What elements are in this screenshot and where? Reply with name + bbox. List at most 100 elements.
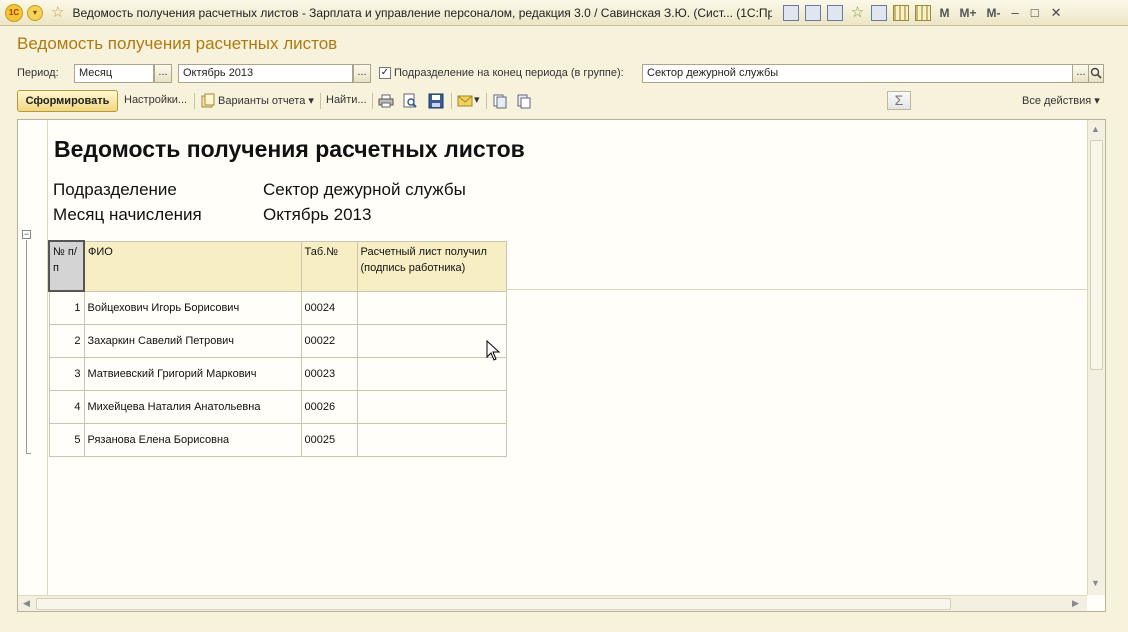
copy-icon[interactable] <box>492 93 508 109</box>
send-mail-dropdown[interactable]: ▾ <box>474 93 480 106</box>
vertical-scrollbar[interactable]: ▲ ▼ <box>1087 120 1105 595</box>
collapse-group-icon[interactable]: − <box>22 230 31 239</box>
paste-icon[interactable] <box>516 93 532 109</box>
save-icon[interactable] <box>428 93 444 109</box>
table-header-row: № п/п ФИО Таб.№ Расчетный лист получил (… <box>48 240 507 292</box>
column-header-number[interactable]: № п/п <box>48 240 85 292</box>
bookmark-icon[interactable] <box>871 4 888 21</box>
row-number-cell[interactable]: 3 <box>48 356 85 391</box>
print-preview-icon[interactable] <box>402 93 418 109</box>
table-row: 1 Войцехович Игорь Борисович 00024 <box>48 290 507 325</box>
employee-name-cell[interactable]: Захаркин Савелий Петрович <box>83 323 302 358</box>
preview-icon[interactable] <box>827 4 844 21</box>
report-dept-value: Сектор дежурной службы <box>263 180 466 199</box>
save-icon[interactable] <box>783 4 800 21</box>
toolbar-separator <box>372 93 373 109</box>
calculator-icon[interactable] <box>893 4 910 21</box>
period-value-field[interactable]: Октябрь 2013 <box>178 64 353 83</box>
toolbar-separator <box>320 93 321 109</box>
report-dept-label: Подразделение <box>53 180 177 199</box>
column-header-signature[interactable]: Расчетный лист получил (подпись работник… <box>356 240 507 292</box>
scroll-left-arrow-icon[interactable]: ◀ <box>23 598 30 609</box>
toolbar-separator <box>451 93 452 109</box>
table-row: 2 Захаркин Савелий Петрович 00022 <box>48 323 507 358</box>
period-value-select-button[interactable]: ... <box>353 64 371 83</box>
signature-cell[interactable] <box>356 290 507 325</box>
close-button[interactable]: ✕ <box>1051 5 1062 21</box>
settings-button[interactable]: Настройки... <box>124 94 187 106</box>
employee-name-cell[interactable]: Рязанова Елена Борисовна <box>83 422 302 457</box>
vertical-scroll-thumb[interactable] <box>1090 140 1103 370</box>
scroll-right-arrow-icon[interactable]: ▶ <box>1072 598 1079 609</box>
scroll-down-arrow-icon[interactable]: ▼ <box>1091 578 1100 588</box>
report-variants-button[interactable]: Варианты отчета ▾ <box>218 94 314 107</box>
signature-cell[interactable] <box>356 323 507 358</box>
parameters-row: Период: Месяц ... Октябрь 2013 ... ✓ Под… <box>0 64 1128 84</box>
report-title: Ведомость получения расчетных листов <box>54 136 525 162</box>
memory-m-button[interactable]: M <box>939 6 949 20</box>
department-field[interactable]: Сектор дежурной службы <box>642 64 1073 83</box>
horizontal-scroll-thumb[interactable] <box>36 598 951 610</box>
employee-name-cell[interactable]: Войцехович Игорь Борисович <box>83 290 302 325</box>
toolbar-separator <box>486 93 487 109</box>
search-icon <box>1090 67 1102 79</box>
report-month-value: Октябрь 2013 <box>263 205 372 224</box>
column-header-fio[interactable]: ФИО <box>83 240 302 292</box>
table-row: 4 Михейцева Наталия Анатольевна 00026 <box>48 389 507 424</box>
report-toolbar: Сформировать Настройки... Варианты отчет… <box>0 90 1128 112</box>
memory-mminus-button[interactable]: M- <box>986 6 1000 20</box>
mouse-cursor-icon <box>486 340 500 361</box>
all-actions-button[interactable]: Все действия ▾ <box>1022 94 1100 107</box>
minimize-button[interactable]: ‒ <box>1011 5 1018 20</box>
period-type-select-button[interactable]: ... <box>154 64 172 83</box>
signature-cell[interactable] <box>356 422 507 457</box>
table-row: 3 Матвиевский Григорий Маркович 00023 <box>48 356 507 391</box>
memory-mplus-button[interactable]: M+ <box>959 6 976 20</box>
report-variants-label: Варианты отчета <box>218 95 306 107</box>
main-menu-icon[interactable]: ▾ <box>27 4 43 21</box>
titlebar-tools: ☆ <box>780 4 934 21</box>
row-number-cell[interactable]: 2 <box>48 323 85 358</box>
app-logo-icon[interactable]: 1С <box>5 3 23 22</box>
toolbar-separator <box>194 93 195 109</box>
department-checkbox-label: Подразделение на конец периода (в группе… <box>394 67 624 79</box>
department-search-button[interactable] <box>1088 64 1104 83</box>
generate-button[interactable]: Сформировать <box>17 90 118 112</box>
row-number-cell[interactable]: 5 <box>48 422 85 457</box>
send-mail-icon[interactable] <box>457 93 473 109</box>
group-line <box>26 240 27 453</box>
period-type-field[interactable]: Месяц <box>74 64 154 83</box>
column-header-tab[interactable]: Таб.№ <box>300 240 358 292</box>
signature-cell[interactable] <box>356 356 507 391</box>
tab-number-cell[interactable]: 00023 <box>300 356 358 391</box>
calendar-icon[interactable] <box>915 4 932 21</box>
horizontal-scrollbar[interactable]: ◀ ▶ <box>18 595 1087 611</box>
table-row: 5 Рязанова Елена Борисовна 00025 <box>48 422 507 457</box>
signature-cell[interactable] <box>356 389 507 424</box>
report-variants-icon <box>201 93 215 108</box>
employee-name-cell[interactable]: Матвиевский Григорий Маркович <box>83 356 302 391</box>
print-icon[interactable] <box>805 4 822 21</box>
scroll-up-arrow-icon[interactable]: ▲ <box>1091 124 1100 134</box>
report-month-label: Месяц начисления <box>53 205 202 224</box>
tab-number-cell[interactable]: 00026 <box>300 389 358 424</box>
print-icon[interactable] <box>378 93 394 109</box>
add-favorite-icon[interactable]: ☆ <box>849 4 865 21</box>
tab-number-cell[interactable]: 00025 <box>300 422 358 457</box>
grouping-gutter: − <box>18 120 48 595</box>
sum-button[interactable]: Σ <box>887 91 911 110</box>
window-titlebar: 1С ▾ ☆ Ведомость получения расчетных лис… <box>0 0 1128 26</box>
find-button[interactable]: Найти... <box>326 94 367 106</box>
row-number-cell[interactable]: 1 <box>48 290 85 325</box>
department-checkbox[interactable]: ✓ <box>379 67 391 79</box>
favorites-star-icon[interactable]: ☆ <box>51 5 64 20</box>
report-spreadsheet[interactable]: − Ведомость получения расчетных листов П… <box>17 119 1106 612</box>
group-line-end <box>26 453 31 454</box>
window-title: Ведомость получения расчетных листов - З… <box>72 5 773 20</box>
employee-name-cell[interactable]: Михейцева Наталия Анатольевна <box>83 389 302 424</box>
tab-number-cell[interactable]: 00022 <box>300 323 358 358</box>
maximize-button[interactable]: □ <box>1031 5 1039 20</box>
tab-number-cell[interactable]: 00024 <box>300 290 358 325</box>
row-number-cell[interactable]: 4 <box>48 389 85 424</box>
form-title: Ведомость получения расчетных листов <box>17 34 338 53</box>
